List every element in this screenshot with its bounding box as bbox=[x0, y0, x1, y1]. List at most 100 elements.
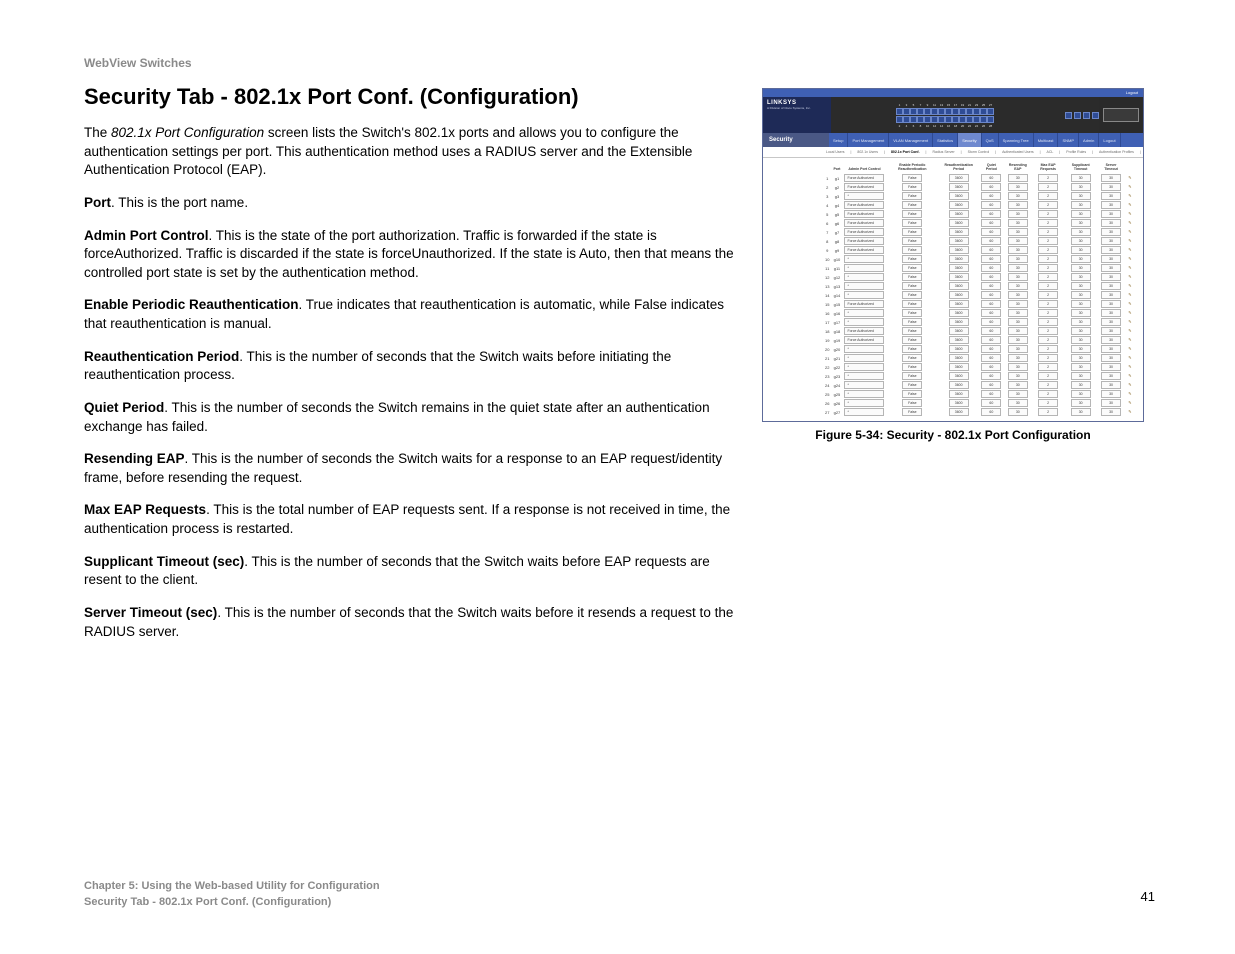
resending-eap-cell-value[interactable]: 30 bbox=[1008, 399, 1028, 407]
server-timeout-cell-value[interactable]: 30 bbox=[1101, 201, 1121, 209]
max-eap-cell-value[interactable]: 2 bbox=[1038, 282, 1058, 290]
quiet-period-cell-value[interactable]: 60 bbox=[981, 282, 1001, 290]
supplicant-timeout-cell-value[interactable]: 30 bbox=[1071, 192, 1091, 200]
port-icon[interactable] bbox=[938, 108, 945, 115]
admin-port-control-cell-value[interactable]: * bbox=[844, 354, 884, 362]
enable-reauth-cell-value[interactable]: False bbox=[902, 183, 922, 191]
enable-reauth-cell-value[interactable]: False bbox=[902, 336, 922, 344]
enable-reauth-cell-value[interactable]: False bbox=[902, 363, 922, 371]
port-icon[interactable] bbox=[938, 116, 945, 123]
port-icon[interactable] bbox=[945, 116, 952, 123]
enable-reauth-cell-value[interactable]: False bbox=[902, 318, 922, 326]
quiet-period-cell-value[interactable]: 60 bbox=[981, 291, 1001, 299]
supplicant-timeout-cell-value[interactable]: 30 bbox=[1071, 228, 1091, 236]
supplicant-timeout-cell-value[interactable]: 30 bbox=[1071, 345, 1091, 353]
sub-tab[interactable]: Local Users bbox=[823, 147, 847, 157]
quiet-period-cell-value[interactable]: 60 bbox=[981, 345, 1001, 353]
reauth-period-cell-value[interactable]: 3600 bbox=[949, 246, 969, 254]
reauth-period-cell-value[interactable]: 3600 bbox=[949, 408, 969, 416]
admin-port-control-cell-value[interactable]: * bbox=[844, 309, 884, 317]
quiet-period-cell-value[interactable]: 60 bbox=[981, 246, 1001, 254]
sub-tab[interactable]: Radius Server bbox=[929, 147, 957, 157]
max-eap-cell-value[interactable]: 2 bbox=[1038, 237, 1058, 245]
resending-eap-cell-value[interactable]: 30 bbox=[1008, 408, 1028, 416]
port-icon[interactable] bbox=[917, 116, 924, 123]
quiet-period-cell-value[interactable]: 60 bbox=[981, 354, 1001, 362]
main-tab[interactable]: Admin bbox=[1079, 133, 1099, 147]
max-eap-cell-value[interactable]: 2 bbox=[1038, 273, 1058, 281]
port-icon[interactable] bbox=[917, 108, 924, 115]
resending-eap-cell-value[interactable]: 30 bbox=[1008, 210, 1028, 218]
port-icon[interactable] bbox=[966, 116, 973, 123]
enable-reauth-cell-value[interactable]: False bbox=[902, 237, 922, 245]
server-timeout-cell-value[interactable]: 30 bbox=[1101, 192, 1121, 200]
supplicant-timeout-cell-value[interactable]: 30 bbox=[1071, 291, 1091, 299]
edit-icon[interactable]: ✎ bbox=[1127, 337, 1133, 343]
supplicant-timeout-cell-value[interactable]: 30 bbox=[1071, 237, 1091, 245]
enable-reauth-cell-value[interactable]: False bbox=[902, 201, 922, 209]
max-eap-cell-value[interactable]: 2 bbox=[1038, 291, 1058, 299]
quiet-period-cell-value[interactable]: 60 bbox=[981, 336, 1001, 344]
quiet-period-cell-value[interactable]: 60 bbox=[981, 327, 1001, 335]
enable-reauth-cell-value[interactable]: False bbox=[902, 219, 922, 227]
port-icon[interactable] bbox=[959, 116, 966, 123]
edit-icon[interactable]: ✎ bbox=[1127, 319, 1133, 325]
port-icon[interactable] bbox=[987, 116, 994, 123]
enable-reauth-cell-value[interactable]: False bbox=[902, 246, 922, 254]
resending-eap-cell-value[interactable]: 30 bbox=[1008, 255, 1028, 263]
main-tab[interactable]: Logout bbox=[1099, 133, 1120, 147]
server-timeout-cell-value[interactable]: 30 bbox=[1101, 408, 1121, 416]
supplicant-timeout-cell-value[interactable]: 30 bbox=[1071, 327, 1091, 335]
max-eap-cell-value[interactable]: 2 bbox=[1038, 399, 1058, 407]
quiet-period-cell-value[interactable]: 60 bbox=[981, 237, 1001, 245]
server-timeout-cell-value[interactable]: 30 bbox=[1101, 246, 1121, 254]
admin-port-control-cell-value[interactable]: * bbox=[844, 255, 884, 263]
reauth-period-cell-value[interactable]: 3600 bbox=[949, 219, 969, 227]
enable-reauth-cell-value[interactable]: False bbox=[902, 381, 922, 389]
enable-reauth-cell-value[interactable]: False bbox=[902, 372, 922, 380]
max-eap-cell-value[interactable]: 2 bbox=[1038, 183, 1058, 191]
admin-port-control-cell-value[interactable]: Force Authorized bbox=[844, 174, 884, 182]
reauth-period-cell-value[interactable]: 3600 bbox=[949, 183, 969, 191]
edit-icon[interactable]: ✎ bbox=[1127, 274, 1133, 280]
reauth-period-cell-value[interactable]: 3600 bbox=[949, 327, 969, 335]
supplicant-timeout-cell-value[interactable]: 30 bbox=[1071, 246, 1091, 254]
resending-eap-cell-value[interactable]: 30 bbox=[1008, 381, 1028, 389]
max-eap-cell-value[interactable]: 2 bbox=[1038, 201, 1058, 209]
max-eap-cell-value[interactable]: 2 bbox=[1038, 228, 1058, 236]
enable-reauth-cell-value[interactable]: False bbox=[902, 327, 922, 335]
resending-eap-cell-value[interactable]: 30 bbox=[1008, 282, 1028, 290]
admin-port-control-cell-value[interactable]: * bbox=[844, 264, 884, 272]
admin-port-control-cell-value[interactable]: * bbox=[844, 390, 884, 398]
resending-eap-cell-value[interactable]: 30 bbox=[1008, 327, 1028, 335]
server-timeout-cell-value[interactable]: 30 bbox=[1101, 273, 1121, 281]
supplicant-timeout-cell-value[interactable]: 30 bbox=[1071, 210, 1091, 218]
edit-icon[interactable]: ✎ bbox=[1127, 238, 1133, 244]
sub-tab[interactable]: ACL bbox=[1044, 147, 1057, 157]
port-icon[interactable] bbox=[959, 108, 966, 115]
admin-port-control-cell-value[interactable]: Force Authorized bbox=[844, 183, 884, 191]
reauth-period-cell-value[interactable]: 3600 bbox=[949, 192, 969, 200]
edit-icon[interactable]: ✎ bbox=[1127, 184, 1133, 190]
enable-reauth-cell-value[interactable]: False bbox=[902, 300, 922, 308]
resending-eap-cell-value[interactable]: 30 bbox=[1008, 291, 1028, 299]
reauth-period-cell-value[interactable]: 3600 bbox=[949, 372, 969, 380]
port-icon[interactable] bbox=[924, 108, 931, 115]
server-timeout-cell-value[interactable]: 30 bbox=[1101, 318, 1121, 326]
port-icon[interactable] bbox=[903, 108, 910, 115]
enable-reauth-cell-value[interactable]: False bbox=[902, 174, 922, 182]
supplicant-timeout-cell-value[interactable]: 30 bbox=[1071, 309, 1091, 317]
admin-port-control-cell-value[interactable]: Force Authorized bbox=[844, 327, 884, 335]
admin-port-control-cell-value[interactable]: Force Authorized bbox=[844, 246, 884, 254]
reauth-period-cell-value[interactable]: 3600 bbox=[949, 381, 969, 389]
enable-reauth-cell-value[interactable]: False bbox=[902, 273, 922, 281]
admin-port-control-cell-value[interactable]: * bbox=[844, 381, 884, 389]
admin-port-control-cell-value[interactable]: * bbox=[844, 318, 884, 326]
admin-port-control-cell-value[interactable]: Force Authorized bbox=[844, 228, 884, 236]
admin-port-control-cell-value[interactable]: * bbox=[844, 399, 884, 407]
resending-eap-cell-value[interactable]: 30 bbox=[1008, 192, 1028, 200]
resending-eap-cell-value[interactable]: 30 bbox=[1008, 354, 1028, 362]
server-timeout-cell-value[interactable]: 30 bbox=[1101, 345, 1121, 353]
supplicant-timeout-cell-value[interactable]: 30 bbox=[1071, 318, 1091, 326]
resending-eap-cell-value[interactable]: 30 bbox=[1008, 237, 1028, 245]
